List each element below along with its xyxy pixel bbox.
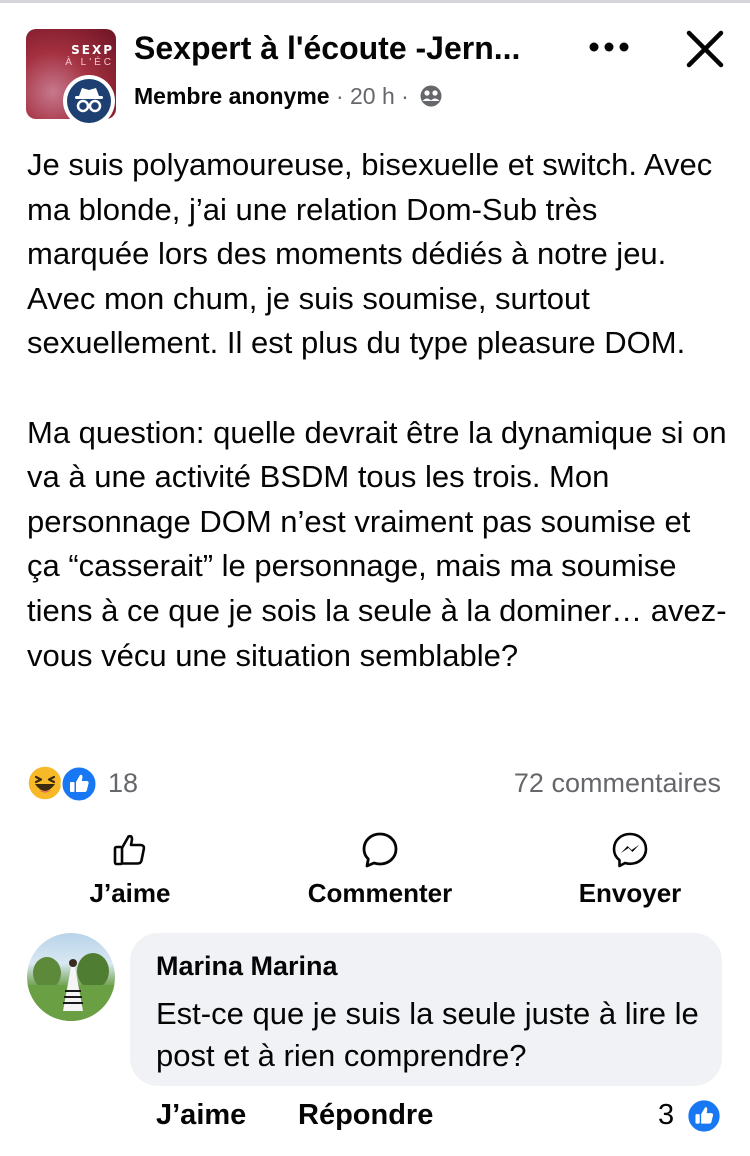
comment-icon: [362, 832, 398, 868]
meta-separator: ·: [335, 83, 344, 109]
reactions-count[interactable]: 18: [108, 768, 138, 799]
haha-reaction-icon: [27, 765, 63, 801]
commenter-avatar[interactable]: [27, 933, 115, 1021]
comment-button-label: Commenter: [307, 878, 453, 908]
post-header: SEXP À L'ÉC Sexpert à l'écoute -Jern... …: [0, 0, 750, 130]
comment-reply-button[interactable]: Répondre: [298, 1099, 433, 1132]
comment-text: Est-ce que je suis la seule juste à lire…: [156, 996, 699, 1073]
comment-like-button[interactable]: J’aime: [156, 1099, 246, 1132]
messenger-icon: [612, 832, 648, 868]
like-button[interactable]: J’aime: [70, 830, 190, 909]
comments-count-link[interactable]: 72 commentaires: [514, 768, 721, 799]
group-avatar-brand: SEXP: [71, 43, 114, 57]
comment-button[interactable]: Commenter: [295, 830, 465, 909]
like-button-label: J’aime: [89, 878, 171, 908]
post-paragraph: Ma question: quelle devrait être la dyna…: [27, 414, 727, 673]
post-body: Je suis polyamoureuse, bisexuelle et swi…: [27, 143, 727, 678]
like-reaction-icon: [60, 765, 98, 803]
send-button[interactable]: Envoyer: [565, 830, 695, 909]
meta-separator: ·: [401, 83, 409, 109]
like-reaction-icon: [686, 1098, 722, 1134]
comment-reactions-count: 3: [658, 1099, 675, 1131]
post-time[interactable]: 20 h: [350, 83, 395, 109]
group-avatar-brand-sub: À L'ÉC: [65, 57, 114, 68]
send-button-label: Envoyer: [578, 878, 682, 908]
more-options-icon[interactable]: [586, 32, 632, 62]
privacy-group-icon: [419, 84, 443, 114]
like-icon: [113, 834, 146, 866]
post-author[interactable]: Membre anonyme: [134, 83, 330, 109]
anonymous-member-icon: [63, 75, 115, 127]
close-icon[interactable]: [682, 26, 728, 72]
post-meta: Membre anonyme · 20 h ·: [134, 83, 443, 114]
comment-author[interactable]: Marina Marina: [156, 951, 338, 982]
comment-bubble: Marina Marina Est-ce que je suis la seul…: [130, 933, 722, 1086]
post-paragraph: Je suis polyamoureuse, bisexuelle et swi…: [27, 147, 713, 361]
group-name[interactable]: Sexpert à l'écoute -Jern...: [134, 30, 554, 67]
